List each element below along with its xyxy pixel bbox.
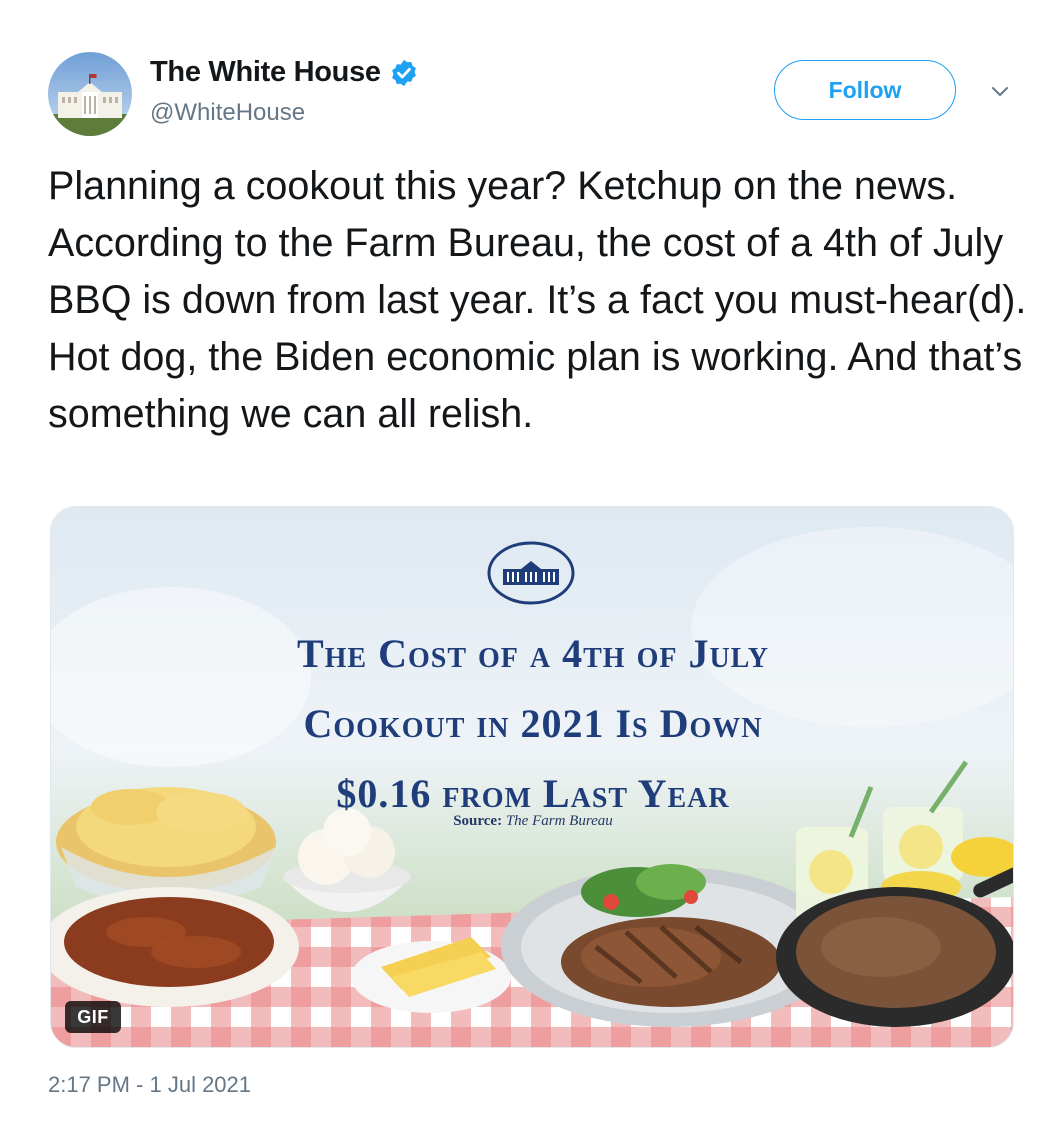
verified-badge-icon [391, 59, 416, 86]
media-source: Source: The Farm Bureau [321, 813, 745, 830]
tweet-media-gif[interactable]: The Cost of a 4th of July Cookout in 202… [50, 506, 1014, 1048]
headline-line-2: Cookout in 2021 Is Down [303, 701, 763, 746]
source-label: Source: [453, 813, 503, 829]
author-row: The White House [150, 56, 419, 89]
chevron-down-icon[interactable] [988, 80, 1012, 104]
avatar[interactable] [48, 52, 132, 136]
author-name[interactable]: The White House [150, 56, 381, 89]
gif-badge: GIF [65, 1001, 121, 1033]
white-house-seal-icon [487, 541, 575, 605]
author-handle[interactable]: @WhiteHouse [150, 99, 305, 127]
headline-line-1: The Cost of a 4th of July [296, 631, 770, 676]
follow-button[interactable]: Follow [774, 60, 956, 120]
source-value: The Farm Bureau [505, 813, 613, 829]
tweet-text: Planning a cookout this year? Ketchup on… [48, 164, 1027, 436]
tweet-timestamp[interactable]: 2:17 PM - 1 Jul 2021 [48, 1072, 251, 1098]
media-headline: The Cost of a 4th of July Cookout in 202… [151, 619, 915, 829]
